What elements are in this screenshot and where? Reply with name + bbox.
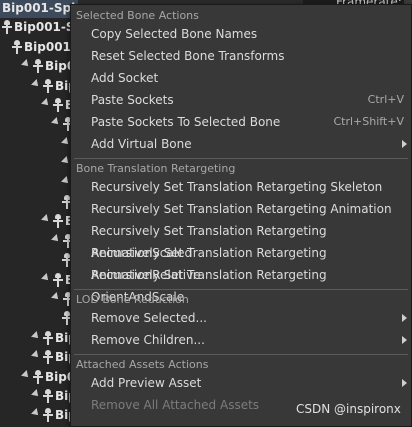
tree-row[interactable]: E (0, 310, 82, 328)
bone-icon (53, 272, 63, 287)
tree-row[interactable]: Bip001- (0, 369, 97, 387)
bone-icon (12, 39, 22, 54)
menu-item[interactable]: Add Virtual Bone (72, 133, 410, 155)
menu-item[interactable]: Remove Children... (72, 329, 410, 351)
tree-row[interactable]: Bip001-Ne (0, 39, 94, 57)
menu-item[interactable]: Add Preview Asset (72, 372, 410, 394)
menu-item-label: Paste Sockets To Selected Bone (91, 115, 281, 129)
submenu-arrow-icon (402, 314, 407, 322)
bone-icon (33, 59, 43, 74)
tree-row[interactable]: Bone (0, 213, 99, 231)
menu-item-label: Add Preview Asset (91, 376, 202, 390)
tree-row[interactable]: E (0, 175, 93, 193)
expand-toggle-icon[interactable] (51, 233, 61, 244)
bone-icon (43, 389, 53, 403)
expand-toggle-icon[interactable] (31, 389, 41, 399)
menu-item[interactable]: Paste Sockets Ctrl+V (72, 89, 410, 111)
watermark: CSDN @inspironx (296, 402, 401, 416)
expand-toggle-icon[interactable] (21, 59, 31, 70)
tree-row[interactable]: E (0, 155, 93, 173)
menu-item[interactable]: Add Socket (72, 67, 410, 89)
submenu-arrow-icon (402, 379, 407, 387)
expand-toggle-icon[interactable] (51, 292, 61, 302)
bone-icon (2, 20, 12, 35)
menu-item-label: Paste Sockets (91, 93, 174, 107)
bone-icon (33, 369, 43, 384)
tree-row[interactable]: Bo (0, 233, 92, 251)
menu-item[interactable]: Copy Selected Bone Names (72, 23, 410, 45)
menu-item[interactable]: Recursively Set Translation Retargeting … (72, 242, 410, 282)
tree-row[interactable]: Bone (0, 272, 99, 290)
tree-row[interactable]: B (0, 116, 84, 134)
menu-item-shortcut: Ctrl+Shift+V (333, 115, 404, 128)
menu-item[interactable]: Recursively Set Translation Retargeting … (72, 264, 410, 304)
expand-toggle-icon[interactable] (41, 214, 51, 225)
expand-toggle-icon[interactable] (31, 350, 41, 361)
bone-icon (53, 98, 63, 112)
menu-item[interactable]: Paste Sockets To Selected Bone Ctrl+Shift… (72, 111, 410, 133)
expand-toggle-icon[interactable] (51, 117, 61, 128)
menu-item[interactable]: Recursively Set Translation Retargeting … (72, 176, 410, 198)
tree-row[interactable] (0, 136, 83, 154)
menu-item-shortcut: Ctrl+V (367, 93, 404, 106)
bone-icon (43, 78, 53, 93)
menu-item-label: Reset Selected Bone Transforms (91, 49, 285, 63)
bone-icon (53, 214, 63, 229)
tree-row[interactable]: Bip0 (0, 349, 85, 367)
menu-item-label: Recursively Set Translation Retargeting … (91, 180, 383, 194)
menu-item-label: Remove Selected... (91, 311, 207, 325)
menu-item-label: Add Virtual Bone (91, 137, 192, 151)
tree-row[interactable]: Bip001-Spine (0, 0, 92, 18)
skeleton-tree-panel: Bip001-SpineBip001-SpinBip001-NeBip001-B… (0, 0, 99, 427)
submenu-arrow-icon (402, 336, 407, 344)
menu-item-label: Recursively Set Translation Retargeting … (91, 202, 392, 216)
menu-separator (74, 289, 408, 290)
expand-toggle-icon[interactable] (31, 330, 41, 341)
expand-toggle-icon[interactable] (41, 272, 51, 283)
menu-item-label: Remove Children... (91, 333, 205, 347)
menu-item[interactable]: Reset Selected Bone Transforms (72, 45, 410, 67)
tree-row[interactable]: Bip0 (0, 330, 85, 348)
bone-icon (43, 350, 53, 365)
menu-item-label: Remove All Attached Assets (91, 398, 260, 412)
expand-toggle-icon[interactable] (31, 408, 41, 419)
menu-item-label: Copy Selected Bone Names (91, 27, 258, 41)
tree-row[interactable]: E (0, 194, 82, 212)
bone-icon (43, 330, 53, 345)
menu-separator (74, 158, 408, 159)
tree-row[interactable]: E (0, 252, 82, 270)
expand-toggle-icon[interactable] (21, 369, 31, 380)
tree-row[interactable]: Bip001-Spin (0, 19, 96, 37)
tree-row[interactable]: Bip00 (0, 78, 94, 96)
expand-toggle-icon[interactable] (31, 78, 41, 89)
menu-item[interactable]: Remove Selected... (72, 307, 410, 329)
tree-row[interactable]: Bip0 (0, 97, 95, 115)
tree-row[interactable]: Bo (0, 291, 92, 309)
bone-context-menu: Selected Bone Actions Copy Selected Bone … (70, 4, 412, 427)
menu-item[interactable]: Recursively Set Translation Retargeting … (72, 220, 410, 260)
tree-row[interactable]: Bip00 (0, 407, 94, 425)
submenu-arrow-icon (402, 140, 407, 148)
menu-separator (74, 354, 408, 355)
bone-icon (43, 408, 53, 423)
menu-item-label: Add Socket (91, 71, 159, 85)
tree-row[interactable]: Bip00 (0, 388, 94, 406)
menu-item[interactable]: Recursively Set Translation Retargeting … (72, 198, 410, 220)
tree-row[interactable]: Bip001- (0, 58, 97, 76)
expand-toggle-icon[interactable] (41, 98, 51, 108)
